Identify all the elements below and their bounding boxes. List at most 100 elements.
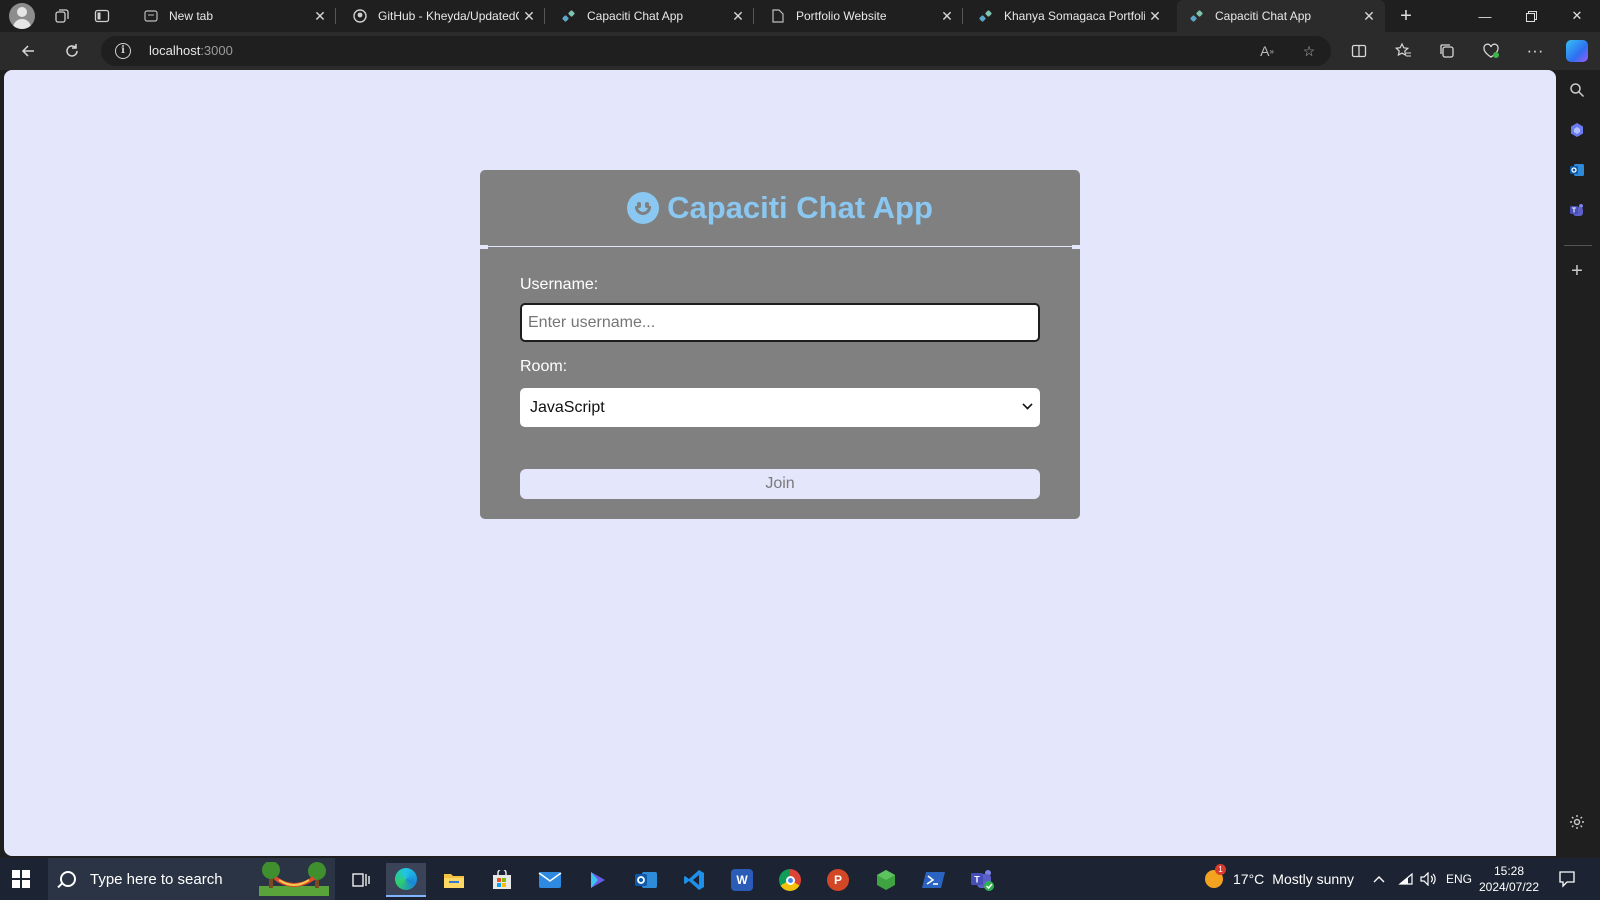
read-aloud-icon[interactable]: A» bbox=[1257, 41, 1277, 61]
mail-icon[interactable] bbox=[530, 863, 570, 897]
edge-icon[interactable] bbox=[386, 863, 426, 897]
username-input[interactable] bbox=[520, 303, 1040, 342]
join-button[interactable]: Join bbox=[520, 469, 1040, 499]
sidebar-settings-gear-icon[interactable] bbox=[1566, 811, 1588, 833]
tab-actions-icon[interactable] bbox=[90, 4, 114, 28]
tab-title: Capaciti Chat App bbox=[1215, 9, 1312, 23]
tab-close-icon[interactable]: ✕ bbox=[310, 6, 330, 26]
task-view-icon[interactable] bbox=[341, 863, 381, 897]
show-hidden-icons-chevron-icon[interactable] bbox=[1373, 858, 1385, 900]
tab-khanya-portfolio[interactable]: Khanya Somagaca Portfolio ✕ bbox=[966, 0, 1171, 32]
tab-new-tab[interactable]: New tab ✕ bbox=[131, 0, 336, 32]
svg-text:T: T bbox=[974, 875, 980, 885]
tab-portfolio-website[interactable]: Portfolio Website ✕ bbox=[758, 0, 963, 32]
chrome-icon[interactable] bbox=[770, 863, 810, 897]
join-form: Username: Room: JavaScript Join bbox=[480, 245, 1080, 519]
browser-toolbar: i localhost:3000 A» ☆ ··· bbox=[0, 32, 1600, 70]
windows-start-icon[interactable] bbox=[12, 870, 30, 888]
tab-title: Khanya Somagaca Portfolio bbox=[1004, 9, 1145, 23]
smiley-icon bbox=[627, 192, 660, 224]
capaciti-logo-icon bbox=[1189, 8, 1205, 24]
svg-text:T: T bbox=[1572, 208, 1577, 215]
restore-button[interactable] bbox=[1508, 0, 1554, 32]
favorites-icon[interactable] bbox=[1391, 39, 1415, 63]
word-icon[interactable]: W bbox=[722, 863, 762, 897]
file-explorer-icon[interactable] bbox=[434, 863, 474, 897]
teams-icon[interactable]: T bbox=[962, 863, 1002, 897]
collections-icon[interactable] bbox=[1435, 39, 1459, 63]
new-tab-button[interactable]: + bbox=[1394, 4, 1418, 28]
capaciti-logo-icon bbox=[978, 8, 994, 24]
newtab-icon bbox=[143, 8, 159, 24]
teams-sidebar-icon[interactable]: T bbox=[1566, 199, 1588, 221]
search-placeholder: Type here to search bbox=[90, 870, 223, 888]
copilot-icon[interactable] bbox=[578, 863, 618, 897]
tab-github[interactable]: GitHub - Kheyda/UpdatedC ✕ bbox=[340, 0, 545, 32]
search-icon bbox=[60, 871, 76, 887]
clock-date: 2024/07/22 bbox=[1478, 880, 1540, 894]
browser-essentials-icon[interactable] bbox=[1479, 39, 1503, 63]
url-text[interactable]: localhost:3000 bbox=[149, 43, 233, 58]
powerpoint-icon[interactable]: P bbox=[818, 863, 858, 897]
volume-icon[interactable] bbox=[1420, 858, 1438, 900]
tab-close-icon[interactable]: ✕ bbox=[728, 6, 748, 26]
more-options-icon[interactable]: ··· bbox=[1523, 39, 1547, 63]
favorite-star-icon[interactable]: ☆ bbox=[1299, 41, 1319, 61]
tab-capaciti-chat-1[interactable]: Capaciti Chat App ✕ bbox=[549, 0, 754, 32]
weather-sun-icon: 1 bbox=[1203, 864, 1226, 890]
refresh-icon[interactable] bbox=[60, 39, 84, 63]
outlook-icon[interactable] bbox=[626, 863, 666, 897]
workspaces-icon[interactable] bbox=[50, 4, 74, 28]
taskbar-search-box[interactable]: Type here to search bbox=[48, 858, 335, 900]
capaciti-logo-icon bbox=[561, 8, 577, 24]
weather-widget[interactable]: 1 17°C Mostly sunny bbox=[1203, 858, 1354, 900]
language-indicator[interactable]: ENG bbox=[1446, 858, 1472, 900]
search-icon[interactable] bbox=[1566, 79, 1588, 101]
close-window-button[interactable]: ✕ bbox=[1554, 0, 1600, 32]
store-icon[interactable] bbox=[482, 863, 522, 897]
powershell-icon[interactable] bbox=[914, 863, 954, 897]
chevron-down-icon bbox=[1022, 399, 1033, 410]
tab-title: New tab bbox=[169, 9, 214, 23]
back-arrow-icon[interactable] bbox=[16, 39, 40, 63]
sidebar-divider bbox=[1564, 245, 1592, 246]
room-selected-value: JavaScript bbox=[530, 398, 605, 416]
tab-capaciti-chat-active[interactable]: Capaciti Chat App ✕ bbox=[1177, 0, 1385, 32]
wifi-icon[interactable] bbox=[1398, 858, 1414, 900]
address-bar[interactable]: i localhost:3000 A» ☆ bbox=[101, 36, 1331, 66]
browser-tab-strip: New tab ✕ GitHub - Kheyda/UpdatedC ✕ Cap… bbox=[0, 0, 1600, 32]
room-label: Room: bbox=[520, 358, 568, 375]
weather-temp: 17°C bbox=[1233, 871, 1265, 887]
tab-title: Capaciti Chat App bbox=[587, 9, 684, 23]
add-sidebar-app-icon[interactable]: + bbox=[1566, 260, 1588, 282]
minimize-button[interactable]: — bbox=[1462, 0, 1508, 32]
document-icon bbox=[770, 8, 786, 24]
weather-condition: Mostly sunny bbox=[1272, 871, 1354, 887]
split-screen-icon[interactable] bbox=[1347, 39, 1371, 63]
tab-close-icon[interactable]: ✕ bbox=[519, 6, 539, 26]
nodejs-icon[interactable] bbox=[866, 863, 906, 897]
tab-close-icon[interactable]: ✕ bbox=[937, 6, 957, 26]
tab-title: Portfolio Website bbox=[796, 9, 887, 23]
page-viewport: Capaciti Chat App Username: Room: JavaSc… bbox=[4, 70, 1556, 856]
github-icon bbox=[352, 8, 368, 24]
clock-time: 15:28 bbox=[1493, 864, 1525, 878]
copilot-icon[interactable] bbox=[1566, 40, 1588, 62]
tab-title: GitHub - Kheyda/UpdatedC bbox=[378, 9, 519, 23]
tab-close-icon[interactable]: ✕ bbox=[1145, 6, 1165, 26]
edge-sidebar: T + bbox=[1556, 70, 1600, 856]
copilot-sidebar-icon[interactable] bbox=[1566, 119, 1588, 141]
chat-header: Capaciti Chat App bbox=[480, 170, 1080, 246]
windows-taskbar: Type here to search W P T 1 17°C Mostly … bbox=[0, 858, 1600, 900]
tab-close-icon[interactable]: ✕ bbox=[1359, 6, 1379, 26]
page-title: Capaciti Chat App bbox=[627, 190, 933, 226]
username-label: Username: bbox=[520, 276, 599, 293]
notification-center-icon[interactable] bbox=[1558, 858, 1576, 900]
outlook-sidebar-icon[interactable] bbox=[1566, 159, 1588, 181]
site-info-icon[interactable]: i bbox=[115, 43, 131, 59]
system-clock[interactable]: 15:28 2024/07/22 bbox=[1476, 863, 1542, 895]
profile-avatar[interactable] bbox=[9, 3, 35, 29]
room-select[interactable]: JavaScript bbox=[520, 388, 1040, 427]
vscode-icon[interactable] bbox=[674, 863, 714, 897]
weather-alert-badge: 1 bbox=[1215, 864, 1226, 875]
